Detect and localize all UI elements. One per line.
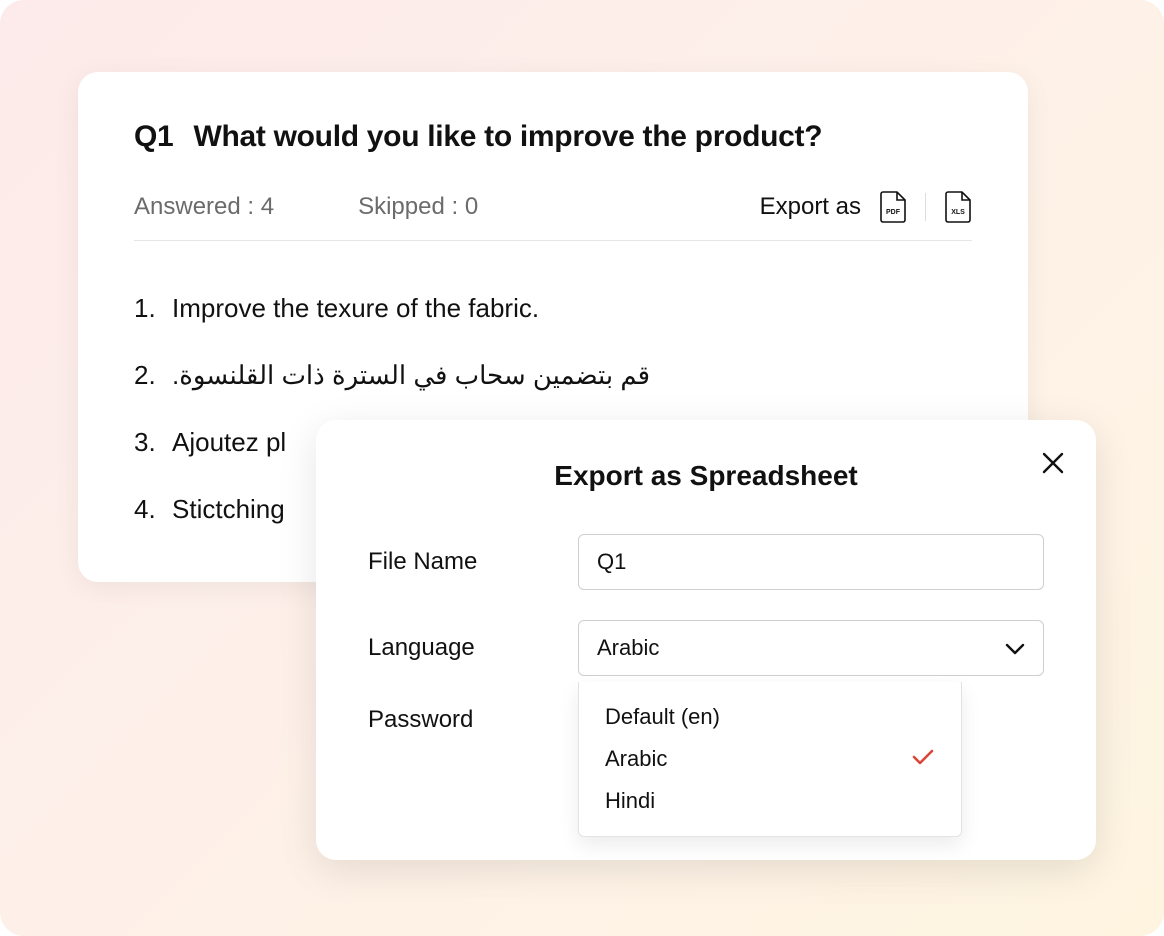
export-modal: Export as Spreadsheet File Name Q1 Langu… — [316, 420, 1096, 860]
skipped-stat: Skipped : 0 — [358, 193, 478, 221]
language-row: Language Arabic — [368, 620, 1044, 676]
language-option-default-en[interactable]: Default (en) — [579, 696, 961, 738]
file-name-label: File Name — [368, 548, 578, 576]
language-dropdown: Default (en) Arabic Hindi — [578, 682, 962, 837]
language-value: Arabic — [597, 635, 659, 661]
pdf-icon[interactable]: PDF — [879, 190, 907, 224]
modal-title: Export as Spreadsheet — [368, 460, 1044, 492]
language-option-label: Default (en) — [605, 704, 720, 730]
list-item: 2. قم بتضمين سحاب في السترة ذات القلنسوة… — [134, 360, 972, 391]
language-option-arabic[interactable]: Arabic — [579, 738, 961, 780]
file-name-value: Q1 — [597, 549, 626, 575]
canvas: Q1 What would you like to improve the pr… — [0, 0, 1164, 936]
stats-row: Answered : 4 Skipped : 0 Export as PDF — [134, 190, 972, 241]
file-name-row: File Name Q1 — [368, 534, 1044, 590]
svg-text:PDF: PDF — [886, 209, 901, 216]
list-item: 1. Improve the texure of the fabric. — [134, 293, 972, 324]
chevron-down-icon — [1005, 635, 1025, 661]
answer-number: 1. — [134, 293, 158, 324]
answered-stat: Answered : 4 — [134, 193, 274, 221]
export-separator — [925, 193, 926, 221]
check-icon — [911, 746, 935, 772]
export-as-label: Export as — [760, 193, 861, 221]
answer-number: 4. — [134, 494, 158, 525]
language-option-label: Hindi — [605, 788, 655, 814]
answer-text: قم بتضمين سحاب في السترة ذات القلنسوة. — [172, 360, 650, 391]
question-number: Q1 — [134, 120, 173, 153]
file-name-input[interactable]: Q1 — [578, 534, 1044, 590]
language-label: Language — [368, 634, 578, 662]
close-icon[interactable] — [1040, 450, 1066, 481]
export-block: Export as PDF XLS — [760, 190, 972, 224]
answer-number: 3. — [134, 427, 158, 458]
answer-text: Stictching — [172, 494, 285, 525]
xls-icon[interactable]: XLS — [944, 190, 972, 224]
language-select[interactable]: Arabic — [578, 620, 1044, 676]
question-title: Q1 What would you like to improve the pr… — [134, 120, 972, 154]
answer-number: 2. — [134, 360, 158, 391]
answer-text: Ajoutez pl — [172, 427, 286, 458]
svg-text:XLS: XLS — [951, 209, 965, 216]
password-label: Password — [368, 706, 578, 734]
answer-text: Improve the texure of the fabric. — [172, 293, 539, 324]
language-option-hindi[interactable]: Hindi — [579, 780, 961, 822]
question-text: What would you like to improve the produ… — [193, 120, 822, 153]
language-option-label: Arabic — [605, 746, 667, 772]
